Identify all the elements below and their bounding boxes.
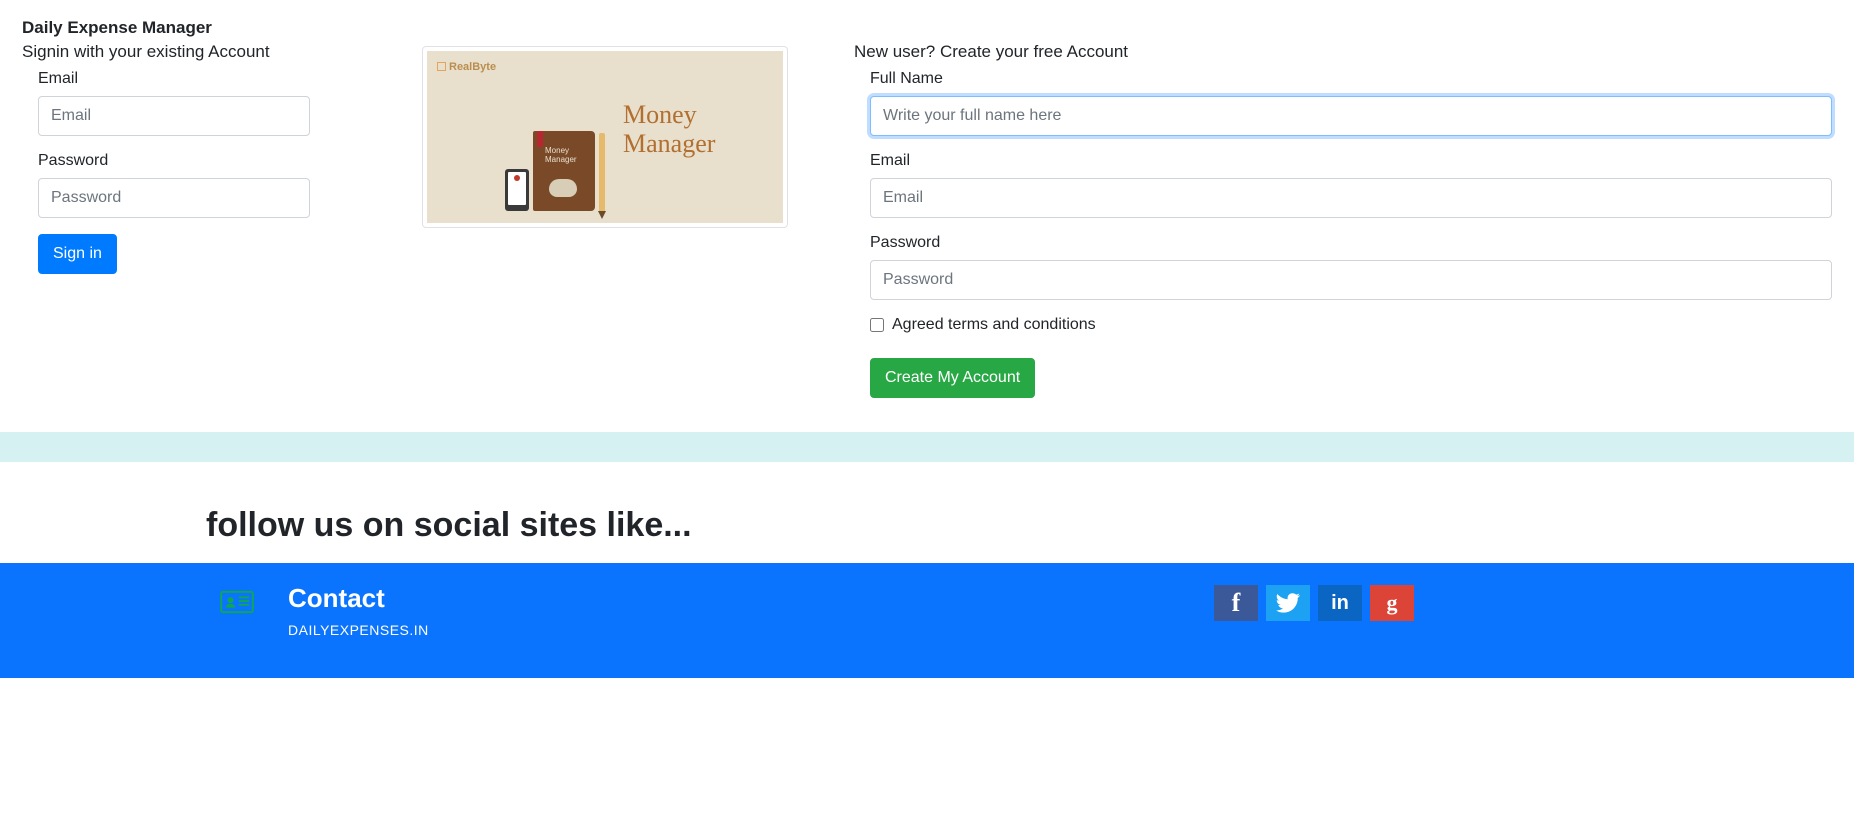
- pencil-icon: [599, 133, 605, 211]
- app-title: Daily Expense Manager: [22, 18, 1832, 38]
- follow-heading: follow us on social sites like...: [0, 462, 1854, 563]
- promo-brand-icon: [437, 62, 446, 71]
- book-icon: Money Manager: [533, 131, 595, 211]
- contact-subtitle: DAILYEXPENSES.IN: [288, 622, 429, 638]
- piggy-icon: [549, 179, 577, 197]
- signin-submit-button[interactable]: Sign in: [38, 234, 117, 274]
- signin-password-label: Password: [38, 152, 422, 170]
- signin-password-input[interactable]: [38, 178, 310, 218]
- signin-email-label: Email: [38, 70, 422, 88]
- signup-fullname-label: Full Name: [870, 70, 1832, 88]
- contact-card-icon: [220, 589, 254, 615]
- footer: Contact DAILYEXPENSES.IN f in g: [0, 563, 1854, 678]
- divider-band: [0, 432, 1854, 462]
- phone-icon: [505, 169, 529, 211]
- terms-label: Agreed terms and conditions: [892, 316, 1096, 334]
- contact-title: Contact: [288, 583, 429, 614]
- signin-email-input[interactable]: [38, 96, 310, 136]
- promo-headline: Money Manager: [623, 101, 715, 158]
- facebook-icon[interactable]: f: [1214, 585, 1258, 621]
- signup-password-input[interactable]: [870, 260, 1832, 300]
- google-icon[interactable]: g: [1370, 585, 1414, 621]
- promo-card: RealByte Money Manager Money Manager: [422, 42, 822, 228]
- signin-heading: Signin with your existing Account: [22, 42, 422, 62]
- signup-password-label: Password: [870, 234, 1832, 252]
- signup-submit-button[interactable]: Create My Account: [870, 358, 1035, 398]
- book-label: Money Manager: [545, 147, 577, 165]
- twitter-icon[interactable]: [1266, 585, 1310, 621]
- signup-fullname-input[interactable]: [870, 96, 1832, 136]
- promo-illustration: Money Manager: [505, 131, 605, 211]
- signup-email-label: Email: [870, 152, 1832, 170]
- promo-brand: RealByte: [437, 61, 496, 73]
- linkedin-icon[interactable]: in: [1318, 585, 1362, 621]
- signup-form: New user? Create your free Account Full …: [822, 42, 1832, 414]
- signup-heading: New user? Create your free Account: [854, 42, 1832, 62]
- signup-email-input[interactable]: [870, 178, 1832, 218]
- terms-checkbox[interactable]: [870, 318, 884, 332]
- social-links: f in g: [1214, 583, 1854, 638]
- signin-form: Signin with your existing Account Email …: [22, 42, 422, 290]
